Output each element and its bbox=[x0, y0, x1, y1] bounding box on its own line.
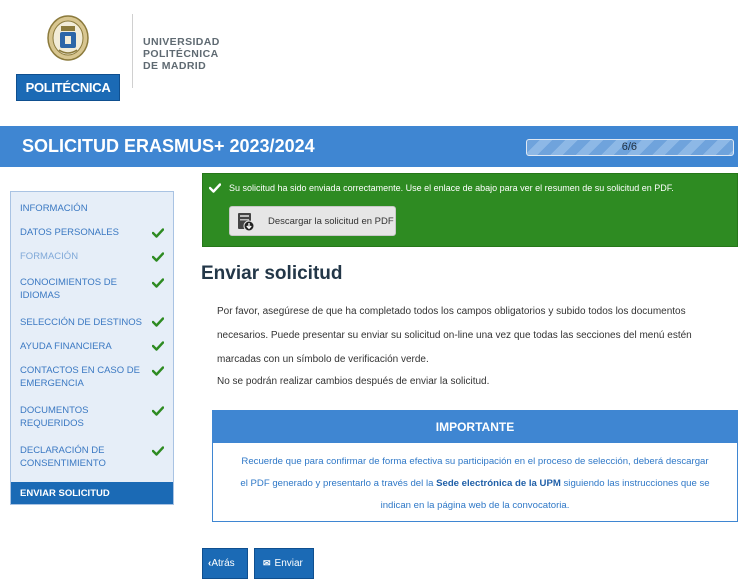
important-line: el PDF generado y presentarlo a través d… bbox=[213, 478, 737, 489]
sidebar-item-label: FORMACIÓN bbox=[20, 251, 79, 262]
sidebar-item-label: SELECCIÓN DE DESTINOS bbox=[20, 317, 142, 328]
sidebar-item-label: CONTACTOS EN CASO DE EMERGENCIA bbox=[20, 365, 140, 389]
send-button[interactable]: ✉ Enviar bbox=[254, 548, 314, 579]
sidebar-item-label: DOCUMENTOS REQUERIDOS bbox=[20, 405, 89, 429]
sidebar-item-informacion[interactable]: INFORMACIÓN bbox=[11, 202, 173, 216]
university-name: UNIVERSIDAD POLITÉCNICA DE MADRID bbox=[143, 36, 220, 72]
check-icon bbox=[152, 278, 164, 288]
sidebar-item-formacion[interactable]: FORMACIÓN bbox=[11, 250, 173, 264]
important-title: IMPORTANTE bbox=[213, 411, 737, 443]
important-text: siguiendo las instrucciones que se bbox=[560, 478, 710, 489]
sidebar-item-documentos-requeridos[interactable]: DOCUMENTOS REQUERIDOS bbox=[11, 404, 173, 432]
sidebar-item-label: ENVIAR SOLICITUD bbox=[20, 488, 110, 499]
instructions-line: Por favor, asegúrese de que ha completad… bbox=[217, 306, 686, 317]
important-text: el PDF generado y presentarlo a través d… bbox=[240, 478, 437, 489]
back-button-label: Atrás bbox=[211, 558, 235, 569]
progress-text: 6/6 bbox=[621, 141, 637, 153]
check-icon bbox=[152, 406, 164, 416]
site-header: POLITÉCNICA UNIVERSIDAD POLITÉCNICA DE M… bbox=[0, 0, 738, 125]
check-icon bbox=[152, 317, 164, 327]
university-name-line: DE MADRID bbox=[143, 60, 207, 72]
sidebar-item-label: DECLARACIÓN DE CONSENTIMIENTO bbox=[20, 445, 106, 469]
university-name-line: UNIVERSIDAD bbox=[143, 36, 220, 48]
important-panel: IMPORTANTE Recuerde que para confirmar d… bbox=[212, 410, 738, 522]
check-icon bbox=[152, 341, 164, 351]
check-icon bbox=[152, 366, 164, 376]
sidebar-item-datos-personales[interactable]: DATOS PERSONALES bbox=[11, 226, 173, 240]
sidebar-item-contactos-emergencia[interactable]: CONTACTOS EN CASO DE EMERGENCIA bbox=[11, 364, 173, 392]
sidebar-item-conocimientos-idiomas[interactable]: CONOCIMIENTOS DE IDIOMAS bbox=[11, 276, 173, 304]
university-seal-icon bbox=[47, 15, 89, 61]
important-line: indican en la página web de la convocato… bbox=[380, 500, 570, 511]
sidebar-item-label: DATOS PERSONALES bbox=[20, 227, 119, 238]
sidebar-item-seleccion-destinos[interactable]: SELECCIÓN DE DESTINOS bbox=[11, 316, 173, 330]
sidebar-item-ayuda-financiera[interactable]: AYUDA FINANCIERA bbox=[11, 340, 173, 354]
sidebar-item-label: AYUDA FINANCIERA bbox=[20, 341, 112, 352]
upm-logo[interactable]: POLITÉCNICA bbox=[16, 8, 120, 101]
send-button-label: Enviar bbox=[274, 558, 303, 569]
back-button[interactable]: ‹Atrás bbox=[202, 548, 248, 579]
check-icon bbox=[209, 183, 221, 193]
alert-message: Su solicitud ha sido enviada correctamen… bbox=[229, 183, 674, 193]
sidebar-menu: INFORMACIÓN DATOS PERSONALES FORMACIÓN C… bbox=[10, 191, 174, 505]
sidebar-item-label: INFORMACIÓN bbox=[20, 203, 88, 214]
download-pdf-label: Descargar la solicitud en PDF bbox=[268, 216, 394, 227]
pdf-download-icon bbox=[238, 213, 255, 232]
sidebar-item-enviar-solicitud[interactable]: ENVIAR SOLICITUD bbox=[11, 482, 173, 504]
page-title: SOLICITUD ERASMUS+ 2023/2024 bbox=[22, 136, 315, 156]
header-divider bbox=[132, 14, 133, 88]
section-heading: Enviar solicitud bbox=[201, 263, 343, 284]
instructions-line: necesarios. Puede presentar su enviar su… bbox=[217, 330, 692, 341]
logo-wordmark: POLITÉCNICA bbox=[16, 74, 120, 101]
check-icon bbox=[152, 228, 164, 238]
check-icon bbox=[152, 252, 164, 262]
important-line: Recuerde que para confirmar de forma efe… bbox=[241, 456, 709, 467]
instructions-line: marcadas con un símbolo de verificación … bbox=[217, 354, 429, 365]
progress-bar: 6/6 bbox=[526, 139, 734, 156]
success-alert: Su solicitud ha sido enviada correctamen… bbox=[202, 173, 738, 247]
instructions-line: No se podrán realizar cambios después de… bbox=[217, 376, 490, 387]
page: POLITÉCNICA UNIVERSIDAD POLITÉCNICA DE M… bbox=[0, 0, 738, 581]
sidebar-item-label: CONOCIMIENTOS DE IDIOMAS bbox=[20, 277, 117, 301]
university-name-line: POLITÉCNICA bbox=[143, 48, 219, 60]
download-pdf-button[interactable]: Descargar la solicitud en PDF bbox=[229, 206, 396, 236]
sidebar-item-declaracion-consentimiento[interactable]: DECLARACIÓN DE CONSENTIMIENTO bbox=[11, 444, 173, 472]
check-icon bbox=[152, 446, 164, 456]
sede-electronica-link[interactable]: Sede electrónica de la UPM bbox=[436, 478, 561, 489]
send-icon: ✉ bbox=[263, 558, 271, 568]
